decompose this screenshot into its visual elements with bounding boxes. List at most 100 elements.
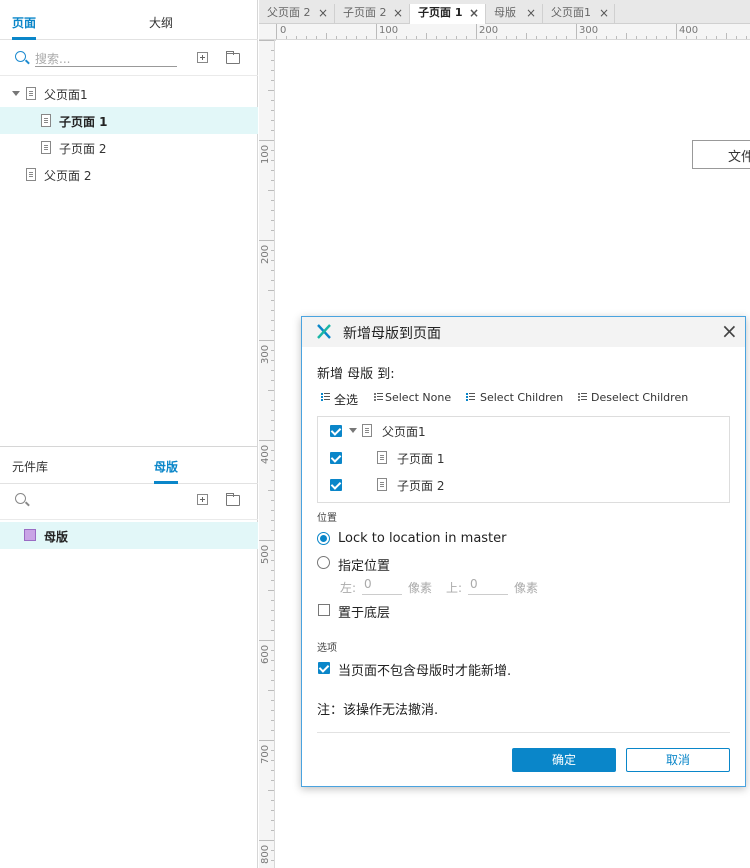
ruler-tick xyxy=(536,36,537,39)
ruler-tick xyxy=(271,210,274,211)
page-item-parent1[interactable]: 父页面1 xyxy=(0,80,258,107)
search-input[interactable]: 搜索... xyxy=(35,50,177,67)
close-icon[interactable]: × xyxy=(721,319,738,343)
page-icon xyxy=(377,478,387,491)
close-icon[interactable]: × xyxy=(526,6,536,20)
tab-outline[interactable]: 大纲 xyxy=(149,14,173,31)
master-icon xyxy=(24,529,36,541)
page-item-child2[interactable]: 子页面 2 xyxy=(0,134,258,161)
ruler-tick xyxy=(271,850,274,851)
ruler-tick xyxy=(271,130,274,131)
canvas-widget[interactable]: 文件 xyxy=(692,140,750,169)
ruler-tick xyxy=(271,500,274,501)
h-ruler-label: 0 xyxy=(280,25,287,36)
radio-label: 指定位置 xyxy=(338,559,391,574)
ok-button[interactable]: 确定 xyxy=(512,748,616,772)
radio-button[interactable] xyxy=(317,556,330,569)
ruler-tick xyxy=(271,480,274,481)
ruler-tick xyxy=(271,530,274,531)
close-icon[interactable]: × xyxy=(469,6,479,20)
h-ruler-label: 200 xyxy=(479,25,499,36)
expand-arrow-icon[interactable] xyxy=(349,428,357,433)
search-icon[interactable] xyxy=(15,493,26,504)
ruler-tick xyxy=(271,620,274,621)
ruler-tick xyxy=(271,330,274,331)
ruler-tick xyxy=(259,740,274,741)
ruler-tick xyxy=(466,36,467,39)
ruler-tick xyxy=(271,610,274,611)
ruler-tick xyxy=(306,36,307,39)
ruler-tick xyxy=(516,36,517,39)
tree-row[interactable]: 子页面 1 xyxy=(318,444,729,471)
expand-arrow-icon[interactable] xyxy=(12,91,20,96)
doc-tab[interactable]: 父页面1 × xyxy=(543,4,615,24)
ruler-tick xyxy=(259,540,274,541)
page-item-child1[interactable]: 子页面 1 xyxy=(0,107,258,134)
ruler-tick xyxy=(271,260,274,261)
tab-pages[interactable]: 页面 xyxy=(12,14,37,40)
cancel-button[interactable]: 取消 xyxy=(626,748,730,772)
ruler-tick xyxy=(268,390,274,391)
ruler-tick xyxy=(271,310,274,311)
only-if-missing-option[interactable]: 当页面不包含母版时才能新增. xyxy=(317,660,577,679)
tree-row[interactable]: 子页面 2 xyxy=(318,471,729,498)
ruler-tick xyxy=(271,410,274,411)
ruler-tick xyxy=(316,36,317,39)
add-folder-icon[interactable] xyxy=(226,51,240,64)
checkbox[interactable] xyxy=(318,662,330,674)
add-master-icon[interactable] xyxy=(197,494,208,505)
doc-tab[interactable]: 父页面 2 × xyxy=(259,4,335,24)
axure-logo-icon xyxy=(317,324,331,339)
doc-tab[interactable]: 子页面 2 × xyxy=(335,4,410,24)
doc-tab-active[interactable]: 子页面 1 × xyxy=(410,4,486,24)
checkbox[interactable] xyxy=(330,452,342,464)
ruler-tick xyxy=(636,36,637,39)
add-page-icon[interactable] xyxy=(197,52,208,63)
ruler-tick xyxy=(271,460,274,461)
tab-libraries[interactable]: 元件库 xyxy=(12,458,48,475)
left-label: 左: xyxy=(340,581,357,595)
add-folder-icon[interactable] xyxy=(226,493,240,506)
close-icon[interactable]: × xyxy=(318,6,328,20)
ruler-tick xyxy=(271,270,274,271)
ruler-tick xyxy=(271,830,274,831)
vertical-ruler[interactable]: 100 200 300 400 500 600 700 800 xyxy=(259,40,275,868)
close-icon[interactable]: × xyxy=(393,6,403,20)
ruler-tick xyxy=(271,110,274,111)
ruler-tick xyxy=(716,36,717,39)
ruler-tick xyxy=(271,230,274,231)
ruler-tick xyxy=(606,36,607,39)
page-label: 子页面 1 xyxy=(59,115,108,129)
doc-tab[interactable]: 母版 × xyxy=(486,4,543,24)
master-item[interactable]: 母版 xyxy=(0,522,258,549)
radio-button[interactable] xyxy=(317,532,330,545)
top-input[interactable]: 0 xyxy=(468,577,508,595)
radio-lock-location[interactable]: Lock to location in master xyxy=(317,531,577,547)
checkbox[interactable] xyxy=(330,479,342,491)
v-ruler-label: 100 xyxy=(260,144,271,164)
page-item-parent2[interactable]: 父页面 2 xyxy=(0,161,258,188)
tab-masters[interactable]: 母版 xyxy=(154,458,179,484)
ruler-tick xyxy=(268,490,274,491)
close-icon[interactable]: × xyxy=(599,6,609,20)
checkbox[interactable] xyxy=(330,425,342,437)
ruler-tick xyxy=(686,36,687,39)
left-input[interactable]: 0 xyxy=(362,577,402,595)
send-to-back-option[interactable]: 置于底层 xyxy=(317,602,517,621)
tree-row[interactable]: 父页面1 xyxy=(318,417,729,444)
ruler-tick xyxy=(271,520,274,521)
radio-specify-position[interactable]: 指定位置 xyxy=(317,555,517,574)
left-unit: 像素 xyxy=(408,581,433,595)
ruler-tick xyxy=(746,36,747,39)
horizontal-ruler[interactable]: 0 100 200 300 400 xyxy=(259,24,750,40)
document-tabbar: 父页面 2 × 子页面 2 × 子页面 1 × 母版 × 父页面1 × xyxy=(259,0,750,24)
ruler-tick xyxy=(276,24,277,39)
top-unit: 像素 xyxy=(514,581,539,595)
ruler-tick xyxy=(271,660,274,661)
page-icon xyxy=(41,141,51,154)
ruler-tick xyxy=(268,90,274,91)
ruler-tick xyxy=(271,420,274,421)
checkbox[interactable] xyxy=(318,604,330,616)
ruler-tick xyxy=(586,36,587,39)
ruler-tick xyxy=(626,33,627,39)
